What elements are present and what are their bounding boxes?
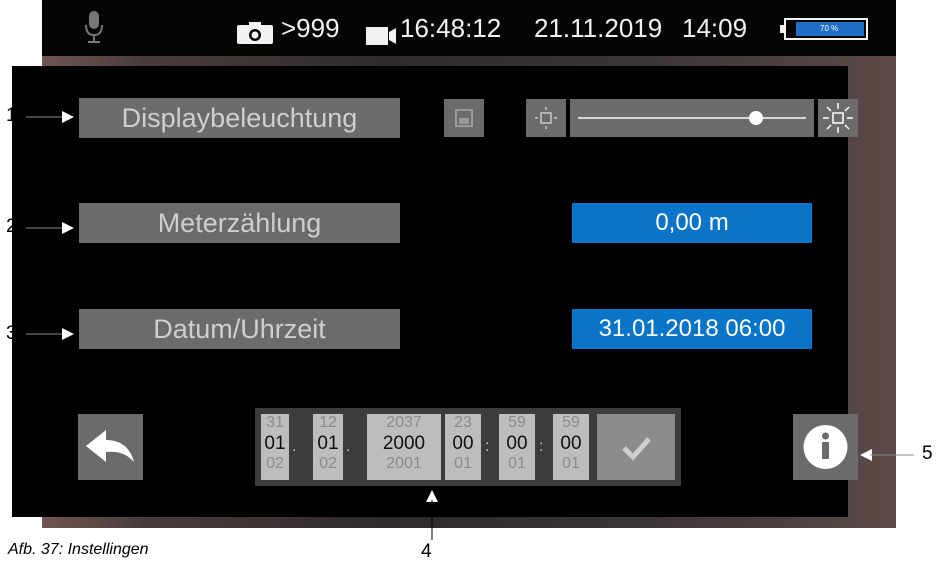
datetime-picker: 31 01 02 . 12 01 02 . 2037 2000 2001 23 …: [255, 408, 681, 486]
figure-caption: Afb. 37: Instellingen: [8, 541, 149, 558]
brightness-increase-button[interactable]: [818, 99, 858, 137]
display-brightness-label[interactable]: Displaybeleuchtung: [79, 98, 400, 138]
save-icon: [455, 109, 473, 127]
callout-arrow-4: [426, 490, 438, 540]
info-button[interactable]: [793, 414, 858, 480]
picker-separator: :: [485, 438, 490, 455]
picker-year[interactable]: 2037 2000 2001: [367, 414, 441, 480]
status-bar: >999 16:48:12 21.11.2019 14:09 70 %: [42, 0, 896, 56]
picker-next: 02: [319, 455, 337, 472]
save-button[interactable]: [444, 99, 484, 137]
picker-month[interactable]: 12 01 02: [313, 414, 343, 480]
confirm-button[interactable]: [597, 414, 675, 480]
picker-next: 01: [454, 455, 472, 472]
picker-current: 00: [452, 433, 474, 454]
datetime-value[interactable]: 31.01.2018 06:00: [572, 309, 812, 349]
check-icon: [622, 437, 651, 461]
microphone-icon: [85, 11, 103, 52]
callout-2: 2: [6, 216, 17, 237]
picker-separator: .: [346, 438, 351, 455]
battery-icon: 70 %: [780, 18, 870, 40]
status-clock: 14:09: [682, 13, 748, 43]
callout-4: 4: [421, 541, 432, 562]
brightness-low-icon: [535, 107, 557, 129]
callout-arrow-5: [860, 449, 914, 461]
slider-thumb[interactable]: [748, 111, 763, 125]
picker-prev: 2037: [386, 414, 422, 431]
brightness-decrease-button[interactable]: [526, 99, 566, 137]
status-date: 21.11.2019: [534, 13, 663, 43]
picker-next: 2001: [386, 455, 422, 472]
picker-prev: 23: [454, 414, 472, 431]
picker-second[interactable]: 59 00 01: [553, 414, 589, 480]
picker-prev: 59: [562, 414, 580, 431]
picker-day[interactable]: 31 01 02: [261, 414, 289, 480]
callout-arrow-1: [26, 111, 74, 123]
info-icon: [803, 425, 848, 469]
picker-separator: .: [292, 438, 297, 455]
picker-prev: 59: [508, 414, 526, 431]
picker-current: 2000: [382, 433, 426, 454]
video-time: 16:48:12: [400, 13, 502, 43]
picker-separator: :: [539, 438, 544, 455]
picker-prev: 31: [266, 414, 284, 431]
meter-value[interactable]: 0,00 m: [572, 203, 812, 243]
callout-arrow-3: [26, 328, 74, 340]
picker-current: 01: [264, 433, 286, 454]
datetime-label[interactable]: Datum/Uhrzeit: [79, 309, 400, 349]
picker-next: 01: [562, 455, 580, 472]
photo-count: >999: [281, 13, 340, 43]
meter-counter-label[interactable]: Meterzählung: [79, 203, 400, 243]
back-arrow-icon: [86, 430, 134, 462]
brightness-high-icon: [823, 103, 853, 133]
picker-current: 00: [560, 433, 582, 454]
picker-next: 02: [266, 455, 284, 472]
brightness-slider[interactable]: [570, 99, 814, 137]
callout-5: 5: [922, 443, 933, 464]
battery-percent: 70 %: [820, 24, 839, 33]
picker-minute[interactable]: 59 00 01: [499, 414, 535, 480]
picker-hour[interactable]: 23 00 01: [445, 414, 481, 480]
slider-track: [578, 117, 806, 119]
back-button[interactable]: [78, 414, 143, 480]
callout-1: 1: [6, 105, 17, 126]
picker-current: 00: [506, 433, 528, 454]
picker-next: 01: [508, 455, 526, 472]
video-icon: [366, 21, 396, 52]
callout-arrow-2: [26, 222, 74, 234]
callout-3: 3: [6, 323, 17, 344]
picker-current: 01: [317, 433, 339, 454]
picker-prev: 12: [319, 414, 337, 431]
camera-icon: [237, 20, 273, 51]
